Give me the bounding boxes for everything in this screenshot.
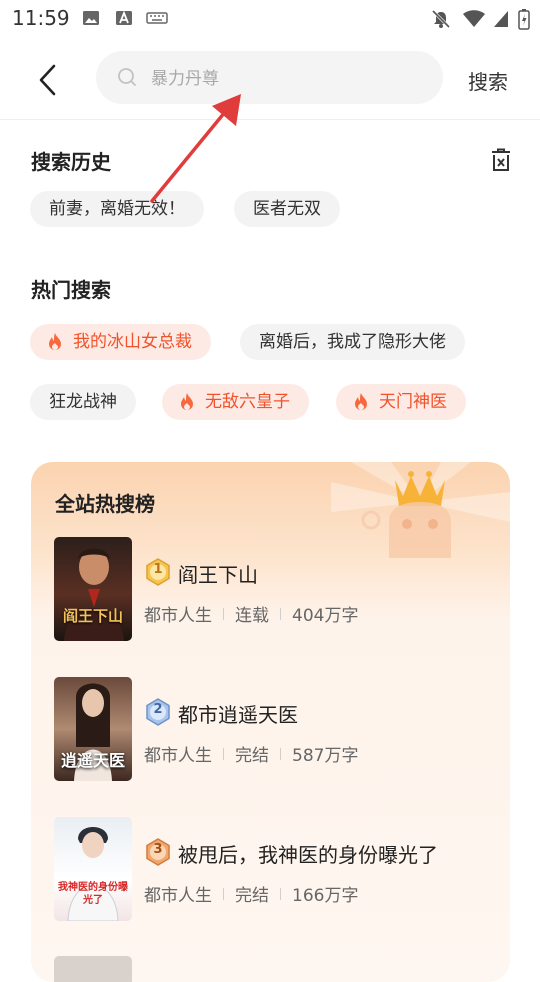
search-icon (118, 68, 136, 86)
flame-icon (355, 393, 367, 410)
hot-search-chip[interactable]: 狂龙战神 (30, 384, 136, 420)
history-chip[interactable]: 医者无双 (234, 191, 340, 227)
flame-icon (181, 393, 193, 410)
hot-search-chip[interactable]: 无敌六皇子 (162, 384, 309, 420)
rank-number: 2 (153, 702, 163, 717)
status-time: 11:59 (12, 6, 70, 30)
hot-ranking-card: 全站热搜榜 阎王下山 1 阎王下山 都市人生 连载 404万字 逍遥天医 2 都市逍… (31, 462, 510, 982)
history-chip[interactable]: 前妻，离婚无效！ (30, 191, 204, 227)
meta-divider (223, 608, 224, 620)
header-divider (0, 119, 540, 120)
rank-number: 3 (153, 842, 163, 857)
meta-divider (223, 888, 224, 900)
ranking-item[interactable]: 阎王下山 1 阎王下山 都市人生 连载 404万字 (54, 537, 494, 641)
book-word-count: 587万字 (292, 746, 359, 766)
book-cover[interactable]: 阎王下山 (54, 537, 132, 641)
status-bar: 11:59 (0, 0, 540, 36)
book-genre: 都市人生 (144, 886, 212, 906)
flame-icon (49, 333, 61, 350)
hot-search-chip[interactable]: 天门神医 (336, 384, 466, 420)
book-cover[interactable]: 逍遥天医 (54, 677, 132, 781)
hot-search-chip[interactable]: 我的冰山女总裁 (30, 324, 211, 360)
book-genre: 都市人生 (144, 606, 212, 626)
hot-search-label: 离婚后，我成了隐形大佬 (259, 332, 446, 352)
notification-off-icon (431, 9, 451, 29)
chevron-left-icon (39, 64, 56, 96)
image-icon (83, 11, 99, 25)
rank-number: 1 (153, 562, 163, 577)
keyboard-icon (146, 12, 168, 24)
search-button[interactable]: 搜索 (468, 66, 508, 95)
meta-divider (280, 748, 281, 760)
meta-divider (280, 888, 281, 900)
book-word-count: 404万字 (292, 606, 359, 626)
book-status: 连载 (235, 606, 269, 626)
signal-icon (494, 11, 508, 27)
wifi-icon (463, 10, 485, 27)
book-cover[interactable]: 我神医的身份曝光了 (54, 817, 132, 921)
ranking-title: 全站热搜榜 (55, 492, 155, 516)
meta-divider (280, 608, 281, 620)
book-meta: 都市人生 完结 166万字 (144, 881, 358, 906)
book-word-count: 166万字 (292, 886, 359, 906)
hot-search-label: 我的冰山女总裁 (73, 332, 192, 352)
hot-search-chip[interactable]: 离婚后，我成了隐形大佬 (240, 324, 465, 360)
trash-icon (492, 148, 510, 171)
ranking-item[interactable]: 逍遥天医 2 都市逍遥天医 都市人生 完结 587万字 (54, 677, 494, 781)
book-title[interactable]: 都市逍遥天医 (178, 699, 298, 728)
battery-icon (518, 9, 530, 30)
book-cover-text: 逍遥天医 (60, 751, 125, 770)
book-cover-text: 阎王下山 (62, 607, 123, 625)
font-icon (116, 10, 132, 25)
ranking-item[interactable]: 我神医的身份曝光了 3 被甩后，我神医的身份曝光了 都市人生 完结 166万字 (54, 817, 494, 921)
clear-history-button[interactable] (489, 147, 513, 173)
book-title[interactable]: 被甩后，我神医的身份曝光了 (178, 839, 438, 868)
book-meta: 都市人生 完结 587万字 (144, 741, 358, 766)
book-status: 完结 (235, 746, 269, 766)
search-box[interactable] (96, 51, 443, 106)
book-title[interactable]: 阎王下山 (178, 559, 258, 588)
book-genre: 都市人生 (144, 746, 212, 766)
hot-search-label: 狂龙战神 (49, 392, 117, 412)
book-meta: 都市人生 连载 404万字 (144, 601, 358, 626)
book-status: 完结 (235, 886, 269, 906)
back-button[interactable] (30, 58, 70, 102)
hot-title: 热门搜索 (31, 278, 111, 302)
hot-search-label: 天门神医 (379, 392, 447, 412)
meta-divider (223, 748, 224, 760)
book-cover-text: 我神医的身份曝光了 (58, 882, 128, 906)
search-input[interactable] (149, 51, 423, 106)
hot-search-label: 无敌六皇子 (205, 392, 290, 412)
history-title: 搜索历史 (31, 150, 111, 174)
